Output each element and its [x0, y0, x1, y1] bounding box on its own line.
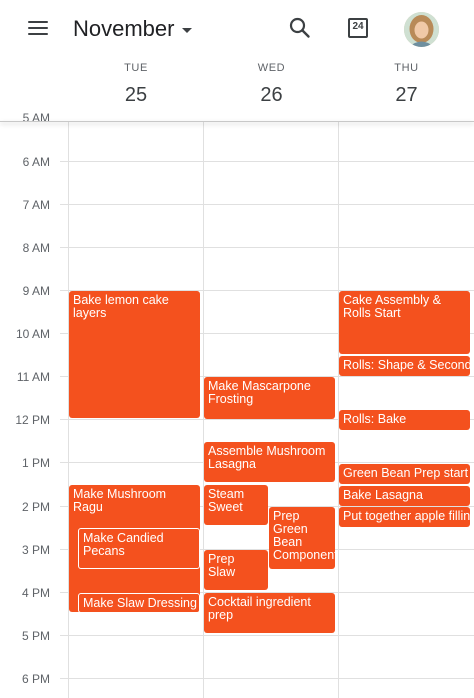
day-number: 25 [124, 84, 148, 106]
event-cocktail-ingredient-prep[interactable]: Cocktail ingredient prep [204, 593, 335, 633]
today-calendar-icon[interactable]: 24 [346, 16, 370, 40]
event-steam-sweet[interactable]: Steam Sweet [204, 485, 268, 525]
caret-down-icon [182, 27, 193, 33]
time-label: 3 PM [21, 543, 50, 557]
hour-line [60, 635, 474, 636]
time-label: 7 AM [22, 198, 50, 212]
event-bake-lasagna[interactable]: Bake Lasagna [339, 486, 470, 506]
time-label: 11 AM [16, 370, 50, 384]
time-label: 4 PM [21, 586, 50, 600]
hour-line [60, 204, 474, 205]
app-bar: November 24 [0, 0, 474, 58]
event-prep-slaw[interactable]: Prep Slaw [204, 550, 268, 590]
time-label: 6 PM [21, 672, 50, 686]
event-bake-lemon-cake-layers[interactable]: Bake lemon cake layers [69, 291, 200, 418]
menu-icon[interactable] [26, 18, 50, 40]
time-label: 2 PM [21, 500, 50, 514]
hour-line [60, 161, 474, 162]
month-label: November [73, 16, 175, 41]
time-label: 1 PM [21, 456, 50, 470]
search-icon[interactable] [287, 15, 313, 41]
day-header-thu[interactable]: THU 27 [339, 58, 474, 122]
day-header-wed[interactable]: WED 26 [204, 58, 339, 122]
event-assemble-mushroom-lasagna[interactable]: Assemble Mushroom Lasagna [204, 442, 335, 482]
day-header-tue[interactable]: TUE 25 [68, 58, 204, 122]
time-label: 5 AM [22, 111, 50, 125]
day-number: 27 [395, 84, 418, 106]
column-divider [338, 100, 339, 698]
event-green-bean-prep-start[interactable]: Green Bean Prep start [339, 464, 470, 484]
header-divider [0, 121, 474, 122]
avatar[interactable] [404, 12, 439, 47]
event-make-candied-pecans[interactable]: Make Candied Pecans [78, 528, 200, 569]
day-name: WED [257, 62, 286, 74]
event-rolls-bake[interactable]: Rolls: Bake [339, 410, 470, 430]
time-label: 9 AM [22, 284, 50, 298]
day-name: TUE [124, 62, 148, 74]
hour-line [60, 678, 474, 679]
time-label: 12 PM [15, 413, 50, 427]
time-label: 10 AM [15, 327, 50, 341]
today-date: 24 [352, 21, 364, 32]
event-put-together-apple-filling[interactable]: Put together apple filling [339, 507, 470, 527]
event-cake-assembly-rolls-start[interactable]: Cake Assembly & Rolls Start [339, 291, 470, 354]
event-prep-green-bean-components[interactable]: Prep Green Bean Components [269, 507, 335, 569]
month-selector[interactable]: November [73, 13, 193, 45]
event-make-mascarpone-frosting[interactable]: Make Mascarpone Frosting [204, 377, 335, 419]
hour-line [60, 247, 474, 248]
day-number: 26 [260, 84, 283, 106]
event-rolls-shape-second-rise[interactable]: Rolls: Shape & Second Rise [339, 356, 470, 376]
day-name: THU [394, 62, 419, 74]
time-label: 8 AM [22, 241, 50, 255]
time-label: 6 AM [22, 155, 50, 169]
event-make-slaw-dressing[interactable]: Make Slaw Dressing [78, 593, 200, 613]
time-label: 5 PM [21, 629, 50, 643]
